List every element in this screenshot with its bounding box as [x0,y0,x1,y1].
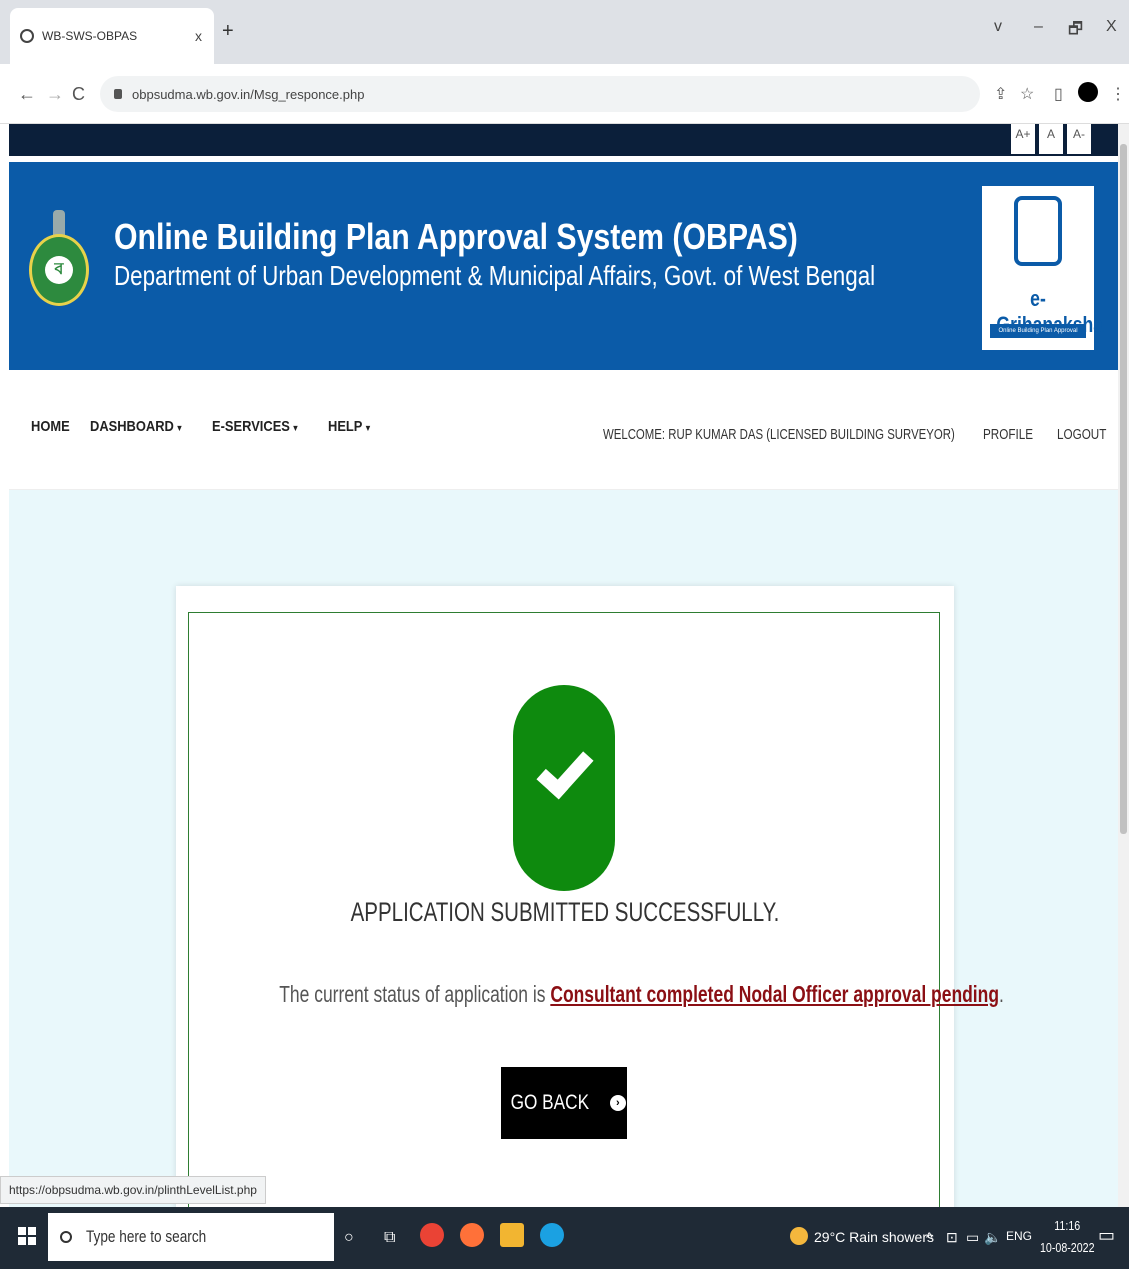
font-increase-button[interactable]: A+ [1011,124,1035,154]
success-check-icon [513,685,615,891]
search-icon [60,1231,72,1243]
tab-search-button[interactable]: v [994,18,1002,36]
weather-text[interactable]: 29°C Rain showers [814,1229,934,1245]
link-hover-status: https://obpsudma.wb.gov.in/plinthLevelLi… [0,1176,266,1204]
task-view-icon[interactable]: ⧉ [384,1229,395,1247]
search-placeholder: Type here to search [86,1227,207,1246]
browser-tab[interactable]: WB-SWS-OBPAS x [10,8,214,64]
welcome-text: WELCOME: RUP KUMAR DAS (LICENSED BUILDIN… [603,426,955,443]
caret-down-icon: ▼ [175,423,184,433]
nav-eservices[interactable]: E-SERVICES ▼ [212,418,299,435]
result-box: APPLICATION SUBMITTED SUCCESSFULLY. The … [188,612,1004,1207]
site-subtitle: Department of Urban Development & Munici… [114,260,876,291]
close-window-button[interactable]: X [1106,18,1117,36]
firefox-icon[interactable] [460,1223,484,1247]
tab-close-icon[interactable]: x [195,28,202,44]
edge-icon[interactable] [540,1223,564,1247]
restore-button[interactable]: 🗗 [1068,18,1083,45]
browser-tab-bar: WB-SWS-OBPAS x + v – 🗗 X [0,0,1129,64]
profile-avatar[interactable] [1078,82,1098,102]
profile-link[interactable]: PROFILE [983,426,1033,443]
page-scrollbar[interactable] [1118,124,1129,1207]
back-arrow-icon[interactable]: ← [18,84,36,105]
clock[interactable]: 11:16 10-08-2022 [1040,1215,1095,1259]
font-normal-button[interactable]: A [1039,124,1063,154]
new-tab-button[interactable]: + [222,20,234,43]
language-indicator[interactable]: ENG [1006,1229,1032,1243]
caret-down-icon: ▼ [364,423,372,433]
caret-down-icon: ▼ [292,423,300,433]
main-nav: HOME DASHBOARD ▼ E-SERVICES ▼ HELP ▼ WELCOM… [9,370,1118,490]
clock-date: 10-08-2022 [1039,1240,1095,1255]
display-icon[interactable]: ▭ [966,1229,979,1246]
status-link[interactable]: Consultant completed Nodal Officer appro… [550,981,999,1007]
file-explorer-icon[interactable] [500,1223,524,1247]
cortana-icon[interactable]: ○ [344,1229,354,1247]
e-grihanaksha-logo: e-Grihanaksha Online Building Plan Appro… [982,186,1103,350]
status-line: The current status of application is Con… [279,981,1004,1007]
side-panel-icon[interactable]: ▯ [1054,84,1063,104]
west-bengal-emblem: ব [29,186,89,306]
address-bar: ← → C obpsudma.wb.gov.in/Msg_responce.ph… [0,64,1129,124]
notifications-icon[interactable]: ▭ [1098,1225,1115,1246]
go-back-label: GO BACK [510,1091,590,1114]
weather-icon[interactable] [790,1227,808,1245]
network-icon[interactable]: ⊡ [946,1229,958,1246]
nav-dashboard[interactable]: DASHBOARD ▼ [90,418,183,435]
chevron-right-icon: › [609,1095,626,1111]
go-back-button[interactable]: GO BACK › [501,1067,627,1139]
url-field[interactable]: obpsudma.wb.gov.in/Msg_responce.php [100,76,980,112]
tab-title: WB-SWS-OBPAS [42,29,138,43]
url-text: obpsudma.wb.gov.in/Msg_responce.php [132,86,365,102]
share-icon[interactable]: ⇪ [994,84,1007,104]
bookmark-star-icon[interactable]: ☆ [1020,84,1034,104]
site-header: ব Online Building Plan Approval System (… [9,162,1118,370]
logo-tagline: Online Building Plan Approval System [990,324,1086,348]
house-icon [1014,196,1062,266]
font-decrease-button[interactable]: A- [1067,124,1091,154]
chrome-icon[interactable] [420,1223,444,1247]
taskbar-search-input[interactable]: Type here to search [48,1213,334,1261]
more-menu-icon[interactable]: ⋮ [1110,84,1126,104]
chevron-up-icon[interactable]: ^ [926,1229,933,1245]
result-card: APPLICATION SUBMITTED SUCCESSFULLY. The … [176,586,1004,1207]
web-page: A+ A A- ব Online Building Plan Approval … [0,124,1129,1207]
success-message: APPLICATION SUBMITTED SUCCESSFULLY. [350,897,780,927]
content-area: APPLICATION SUBMITTED SUCCESSFULLY. The … [9,490,1118,1207]
globe-icon [20,29,34,43]
accessibility-strip: A+ A A- [9,124,1118,156]
logout-link[interactable]: LOGOUT [1057,426,1106,443]
reload-icon[interactable]: C [72,84,85,105]
nav-help[interactable]: HELP ▼ [328,418,372,435]
clock-time: 11:16 [1054,1218,1081,1233]
volume-icon[interactable]: 🔈 [984,1229,1001,1246]
windows-start-icon[interactable] [18,1227,36,1245]
emblem-letter: ব [45,256,73,284]
nav-home[interactable]: HOME [31,418,70,435]
minimize-button[interactable]: – [1034,18,1043,36]
forward-arrow-icon[interactable]: → [46,84,64,105]
lock-icon [114,89,122,99]
site-title: Online Building Plan Approval System (OB… [114,216,798,257]
windows-taskbar: Type here to search ○ ⧉ 29°C Rain shower… [0,1207,1129,1269]
